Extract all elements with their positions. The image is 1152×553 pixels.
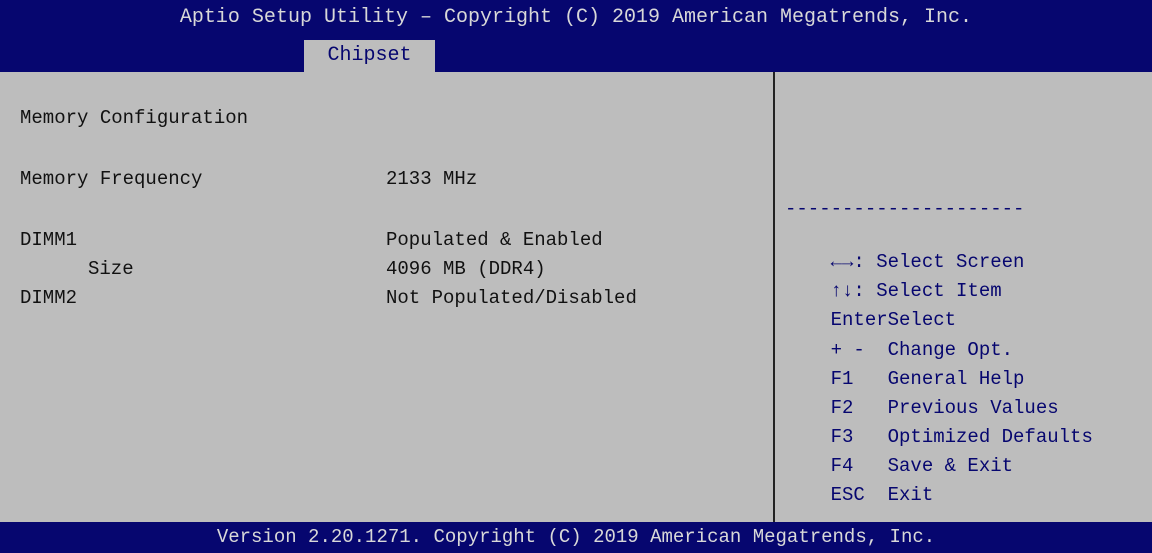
memory-frequency-value: 2133 MHz [386, 168, 478, 190]
title-bar: Aptio Setup Utility – Copyright (C) 2019… [0, 0, 1152, 72]
footer-version: Version 2.20.1271. Copyright (C) 2019 Am… [0, 522, 1152, 553]
dimm2-label: DIMM2 [20, 287, 78, 309]
section-title: Memory Configuration [20, 107, 249, 129]
dimm1-value: Populated & Enabled [386, 229, 603, 251]
dimm1-size-label: Size [88, 258, 134, 280]
main-panel: Memory Configuration Memory Frequency 21… [0, 72, 773, 522]
dimm2-value: Not Populated/Disabled [386, 287, 637, 309]
memory-frequency-label: Memory Frequency [20, 168, 203, 190]
dimm1-size-value: 4096 MB (DDR4) [386, 258, 546, 280]
window-title: Aptio Setup Utility – Copyright (C) 2019… [179, 6, 973, 29]
help-desc: Exit [887, 484, 934, 506]
help-panel: --------------------- ←→: Select Screen … [775, 72, 1152, 522]
help-separator: --------------------- [785, 198, 1025, 220]
help-exit: ESC Exit [785, 462, 934, 528]
help-key: ESC [830, 484, 865, 506]
dimm1-label: DIMM1 [20, 229, 78, 251]
tab-chipset[interactable]: Chipset [304, 40, 435, 72]
